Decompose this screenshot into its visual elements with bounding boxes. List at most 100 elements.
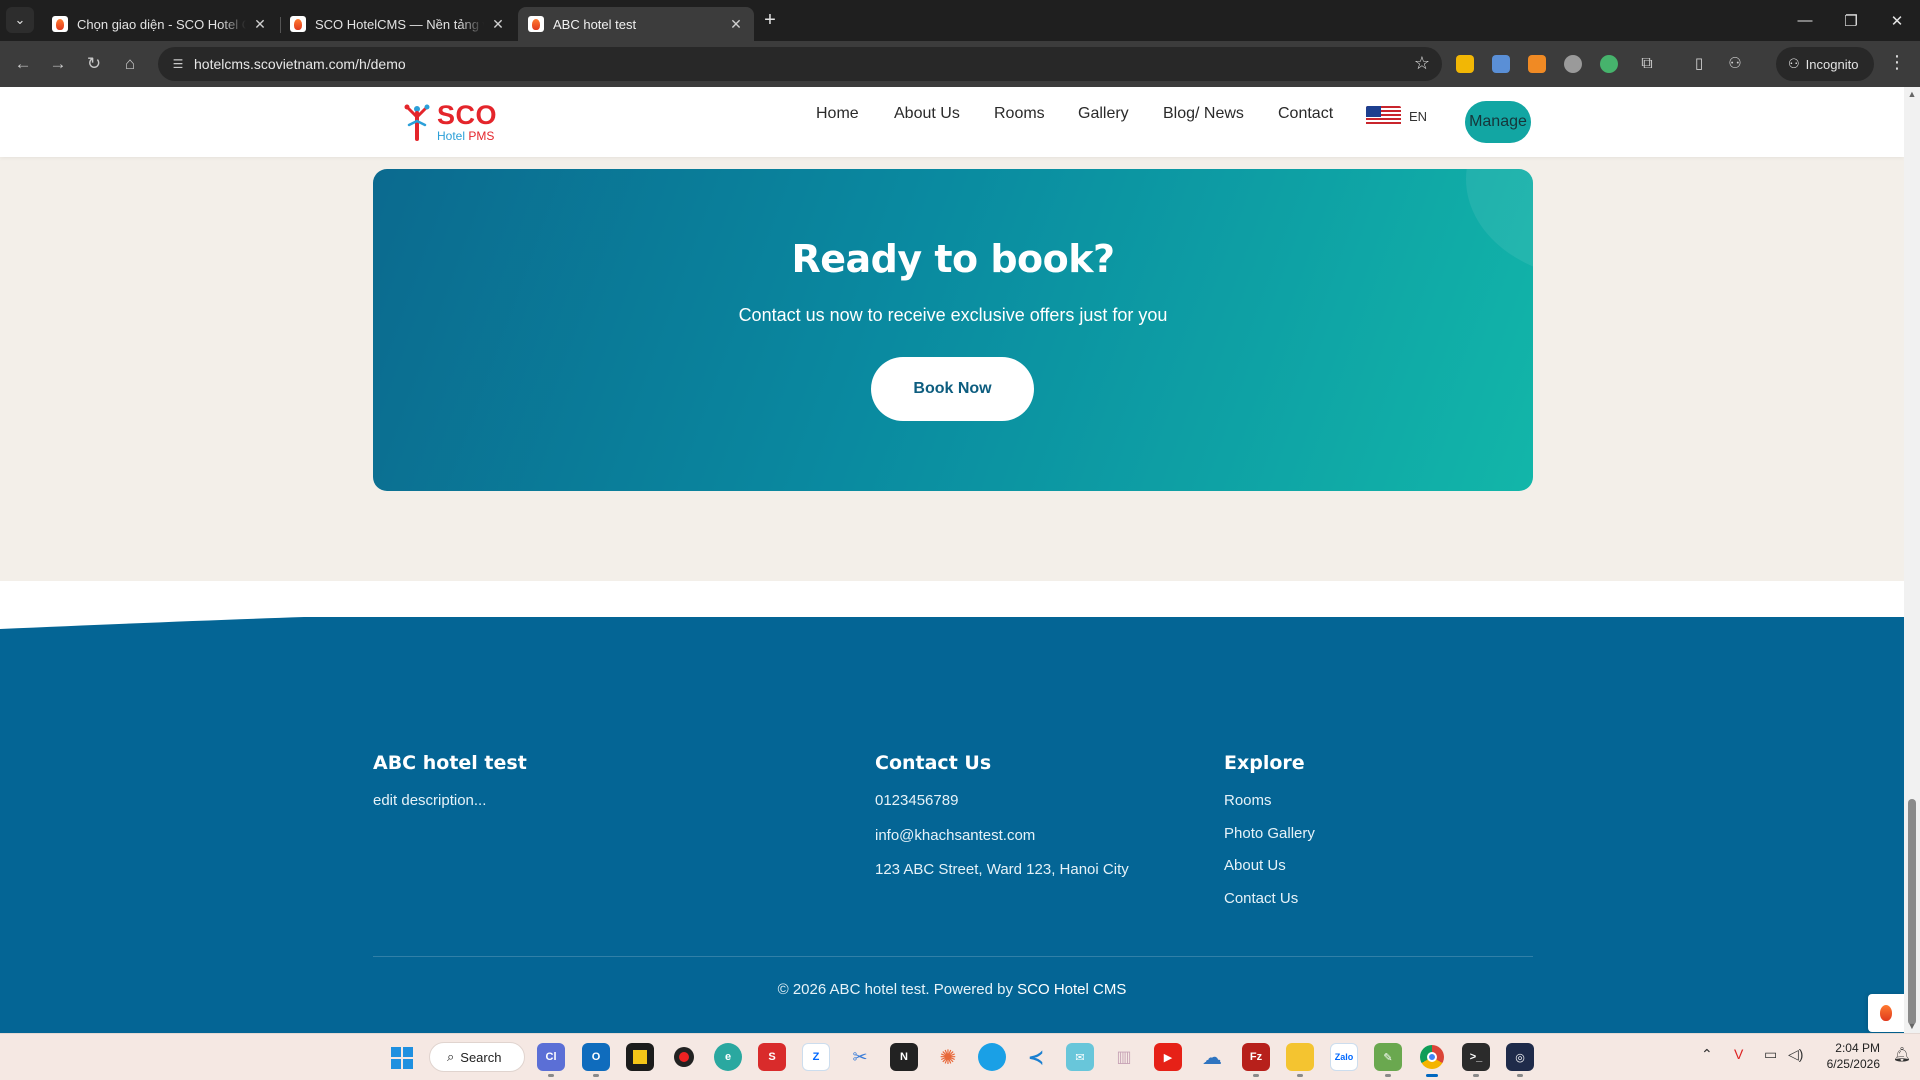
footer-phone[interactable]: 0123456789 (875, 791, 1129, 811)
extension-icon[interactable] (1528, 55, 1546, 73)
book-now-button[interactable]: Book Now (871, 357, 1034, 421)
footer-link-contact-us[interactable]: Contact Us (1224, 889, 1315, 909)
back-icon[interactable]: ← (11, 52, 35, 76)
nav-gallery[interactable]: Gallery (1078, 105, 1129, 123)
favicon-icon (290, 16, 306, 32)
chatgpt-app-icon[interactable]: ◎ (1506, 1043, 1534, 1077)
footer-email[interactable]: info@khachsantest.com (875, 826, 1129, 846)
outlook-app-icon[interactable]: O (582, 1043, 610, 1077)
footer-wave (0, 617, 1904, 697)
address-bar[interactable]: ☰ hotelcms.scovietnam.com/h/demo ☆ (158, 47, 1442, 81)
manage-button[interactable]: Manage (1465, 101, 1531, 143)
cloud-app-icon[interactable] (978, 1043, 1006, 1071)
language-switcher[interactable]: EN (1366, 106, 1427, 126)
flame-icon (1880, 1005, 1892, 1021)
nav-about-us[interactable]: About Us (894, 105, 960, 123)
chart-app-icon[interactable]: ▥ (1110, 1043, 1138, 1071)
url-text[interactable]: hotelcms.scovietnam.com/h/demo (194, 56, 406, 72)
mail-app-icon[interactable]: ✉ (1066, 1043, 1094, 1071)
tab-search-button[interactable]: ⌄ (6, 7, 34, 33)
snipping-tool-icon[interactable]: ✂ (846, 1043, 874, 1071)
site-logo[interactable]: SCO Hotel PMS (403, 101, 497, 143)
new-tab-icon[interactable]: + (758, 9, 782, 33)
close-window-icon[interactable]: ✕ (1874, 0, 1920, 41)
nav-blog-news[interactable]: Blog/ News (1163, 105, 1244, 123)
close-tab-icon[interactable]: ✕ (728, 16, 744, 32)
edge-app-icon[interactable]: e (714, 1043, 742, 1071)
nav-rooms[interactable]: Rooms (994, 105, 1045, 123)
notion-app-icon[interactable]: N (890, 1043, 918, 1071)
powered-by-link[interactable]: SCO Hotel CMS (1017, 981, 1126, 998)
floating-chat-button[interactable] (1868, 994, 1904, 1032)
logo-wordmark: SCO (437, 100, 498, 130)
extension-icon[interactable] (1456, 55, 1474, 73)
nav-contact[interactable]: Contact (1278, 105, 1333, 123)
sco-logo-icon (404, 104, 430, 141)
volume-icon[interactable]: ◁) (1788, 1046, 1803, 1063)
tab-title: Chọn giao diện - SCO Hotel CMS (77, 16, 246, 32)
extensions-puzzle-icon[interactable]: ⧉ (1638, 55, 1656, 73)
logo-subtitle: Hotel PMS (437, 129, 495, 143)
network-icon[interactable]: ▭ (1764, 1046, 1777, 1063)
extension-icon[interactable] (1492, 55, 1510, 73)
browser-tab-3-active[interactable]: ABC hotel test ✕ (518, 7, 754, 41)
reload-icon[interactable]: ↻ (82, 52, 106, 76)
tab-title: ABC hotel test (553, 16, 637, 32)
chrome-app-icon[interactable] (1418, 1043, 1446, 1077)
browser-menu-icon[interactable]: ⋮ (1888, 52, 1906, 73)
bookmark-star-icon[interactable]: ☆ (1414, 53, 1430, 74)
zalo-app-icon[interactable]: Z (802, 1043, 830, 1071)
search-icon: ⌕ (447, 1049, 455, 1064)
close-tab-icon[interactable]: ✕ (490, 16, 506, 32)
antivirus-tray-icon[interactable]: V (1734, 1046, 1743, 1062)
zalo-pc-app-icon[interactable]: Zalo (1330, 1043, 1358, 1071)
vscode-app-icon[interactable]: ≺ (1022, 1043, 1050, 1071)
browser-tab-2[interactable]: SCO HotelCMS — Nền tảng web khách sạn ✕ (280, 7, 516, 41)
camera-extension-icon[interactable] (1564, 55, 1582, 73)
clock-date: 6/25/2026 (1826, 1057, 1880, 1071)
youtube-app-icon[interactable]: ▶ (1154, 1043, 1182, 1071)
reading-mode-icon[interactable]: ▯ (1690, 55, 1708, 73)
forward-icon[interactable]: → (46, 52, 70, 76)
restore-icon[interactable]: ❐ (1828, 0, 1874, 41)
site-info-icon[interactable]: ☰ (170, 56, 186, 72)
system-clock[interactable]: 2:04 PM 6/25/2026 (1820, 1040, 1880, 1072)
home-icon[interactable]: ⌂ (118, 52, 142, 76)
booking-cta-banner: Ready to book? Contact us now to receive… (373, 169, 1533, 491)
nav-home[interactable]: Home (816, 105, 859, 123)
clickup-app-icon[interactable]: Cl (537, 1043, 565, 1077)
tray-overflow-icon[interactable]: ⌃ (1701, 1046, 1713, 1063)
scroll-up-icon[interactable]: ▲ (1907, 89, 1917, 99)
windows-start-icon[interactable] (388, 1044, 416, 1072)
onedrive-app-icon[interactable]: ☁ (1198, 1043, 1226, 1071)
terminal-app-icon[interactable]: >_ (1462, 1043, 1490, 1077)
footer-link-rooms[interactable]: Rooms (1224, 791, 1315, 811)
windows-taskbar: ⌕ Search Cl O e S Z ✂ N ✺ ≺ ✉ ▥ ▶ ☁ Fz Z… (0, 1033, 1920, 1080)
clock-time: 2:04 PM (1835, 1041, 1880, 1055)
file-explorer-icon[interactable] (1286, 1043, 1314, 1077)
footer-contact-title: Contact Us (875, 752, 992, 774)
scrollbar-thumb[interactable] (1908, 799, 1916, 1025)
footer-divider (373, 956, 1533, 957)
footer-link-photo-gallery[interactable]: Photo Gallery (1224, 824, 1315, 844)
page-scrollbar[interactable]: ▲ ▼ (1904, 87, 1920, 1033)
sticky-notes-app-icon[interactable] (626, 1043, 654, 1071)
close-tab-icon[interactable]: ✕ (252, 16, 268, 32)
notepad-app-icon[interactable]: ✎ (1374, 1043, 1402, 1077)
incognito-icon: ⚇ (1788, 56, 1800, 71)
scroll-down-icon[interactable]: ▼ (1907, 1021, 1917, 1031)
minimize-icon[interactable]: — (1782, 0, 1828, 41)
claude-app-icon[interactable]: ✺ (934, 1043, 962, 1071)
taskbar-search[interactable]: ⌕ Search (429, 1042, 525, 1072)
s-app-icon[interactable]: S (758, 1043, 786, 1071)
incognito-indicator[interactable]: ⚇ Incognito (1776, 47, 1874, 81)
incognito-small-icon[interactable]: ⚇ (1726, 55, 1744, 73)
filezilla-app-icon[interactable]: Fz (1242, 1043, 1270, 1077)
record-app-icon[interactable] (670, 1043, 698, 1071)
browser-tab-1[interactable]: Chọn giao diện - SCO Hotel CMS ✕ (42, 7, 278, 41)
extension-icon[interactable] (1600, 55, 1618, 73)
footer-link-about-us[interactable]: About Us (1224, 856, 1315, 876)
cta-title: Ready to book? (791, 237, 1115, 281)
notifications-icon[interactable]: 🔔︎ (1893, 1046, 1911, 1063)
us-flag-icon (1366, 106, 1401, 126)
